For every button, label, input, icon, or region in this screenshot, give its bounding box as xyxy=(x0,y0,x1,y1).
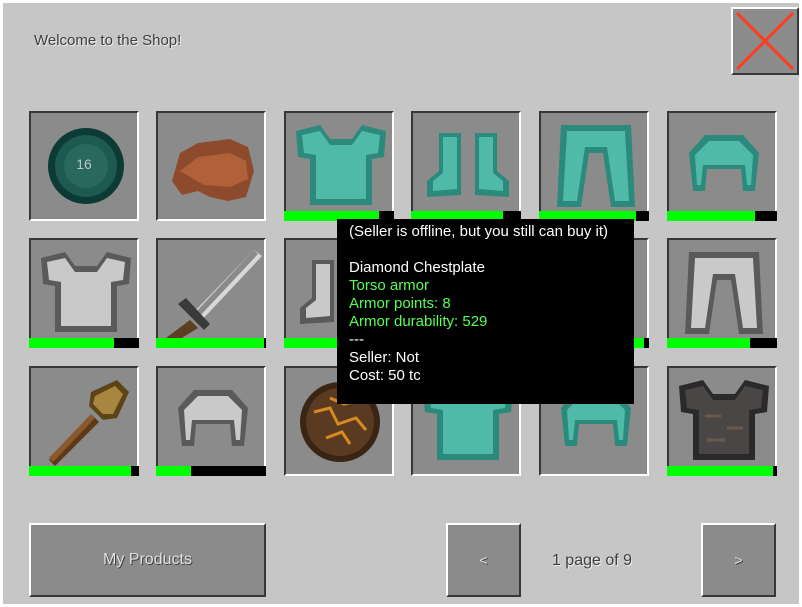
stack-count-badge: 16 xyxy=(76,156,92,172)
tooltip-line: --- xyxy=(349,331,364,348)
durability-fill xyxy=(284,338,339,348)
page-indicator: 1 page of 9 xyxy=(551,552,633,569)
item-slot[interactable] xyxy=(284,111,394,221)
durability-fill xyxy=(667,466,773,476)
item-slot[interactable] xyxy=(667,238,777,348)
durability-fill xyxy=(667,338,750,348)
tooltip-line: Cost: 50 tc xyxy=(349,367,421,384)
item-slot[interactable] xyxy=(156,366,266,476)
durability-fill xyxy=(156,338,264,348)
durability-bar xyxy=(667,338,777,348)
durability-bar xyxy=(667,211,777,221)
durability-fill xyxy=(156,466,192,476)
durability-bar xyxy=(29,338,139,348)
tooltip-line xyxy=(349,241,622,259)
netherite-chestplate-icon xyxy=(679,380,769,460)
diamond-leggings-icon xyxy=(557,125,635,207)
iron-chestplate-icon xyxy=(41,252,131,332)
iron-sword-icon xyxy=(166,250,262,344)
item-slot[interactable] xyxy=(156,111,266,221)
tooltip-line: Diamond Chestplate xyxy=(349,259,485,276)
durability-fill xyxy=(29,338,114,348)
next-page-button[interactable]: > xyxy=(701,523,776,597)
item-slot[interactable] xyxy=(29,238,139,348)
tooltip-line: Armor durability: 529 xyxy=(349,313,488,330)
tooltip-line: Armor points: 8 xyxy=(349,295,451,312)
diamond-boots-icon xyxy=(427,133,509,197)
item-slot[interactable] xyxy=(29,366,139,476)
durability-fill xyxy=(29,466,132,476)
close-icon xyxy=(735,11,795,71)
item-slot[interactable] xyxy=(411,111,521,221)
diamond-chestplate-icon xyxy=(296,125,386,205)
prev-page-button[interactable]: < xyxy=(446,523,521,597)
durability-bar xyxy=(156,338,266,348)
my-products-button[interactable]: My Products xyxy=(29,523,266,597)
wooden-shovel-icon xyxy=(49,380,129,466)
diamond-helmet-icon xyxy=(689,135,759,191)
item-slot[interactable] xyxy=(156,238,266,348)
close-button[interactable] xyxy=(731,7,799,75)
item-slot[interactable]: 16 xyxy=(29,111,139,221)
item-slot[interactable] xyxy=(539,111,649,221)
tooltip-line: Seller: Not xyxy=(349,349,420,366)
durability-fill xyxy=(667,211,755,221)
durability-bar xyxy=(667,466,777,476)
iron-helmet-icon xyxy=(178,390,248,446)
item-slot[interactable] xyxy=(667,111,777,221)
iron-leggings-icon xyxy=(685,252,763,334)
leather-cap-icon xyxy=(172,139,254,201)
durability-bar xyxy=(29,466,139,476)
item-tooltip: (Seller is offline, but you still can bu… xyxy=(337,219,634,404)
tooltip-line: (Seller is offline, but you still can bu… xyxy=(349,223,609,240)
durability-bar xyxy=(156,466,266,476)
shop-title: Welcome to the Shop! xyxy=(34,32,182,49)
item-slot[interactable] xyxy=(667,366,777,476)
tooltip-line: Torso armor xyxy=(349,277,430,294)
